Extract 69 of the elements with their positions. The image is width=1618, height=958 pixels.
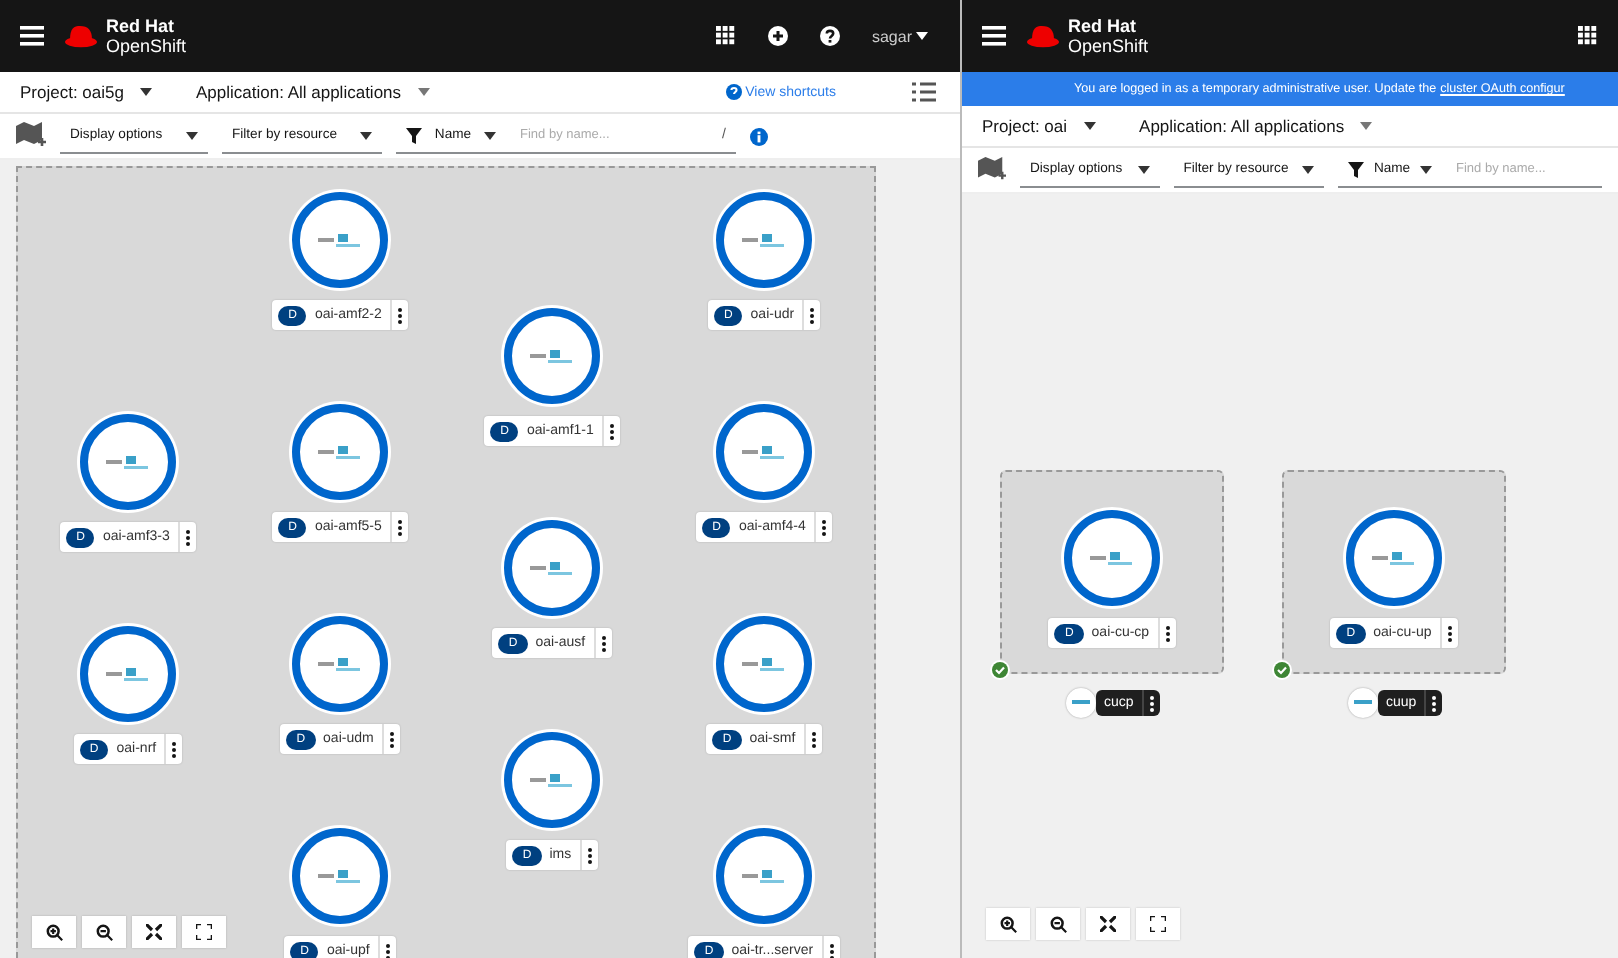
project-dropdown[interactable]: Project: oai <box>982 116 1096 136</box>
collapse-arrows-icon <box>1100 916 1116 932</box>
app-grid-icon[interactable] <box>1578 26 1598 46</box>
filter-icon <box>406 127 422 143</box>
oai-logo-icon <box>530 347 574 365</box>
brand-name: Red Hat <box>1068 16 1139 36</box>
app-grid-icon[interactable] <box>715 26 736 46</box>
brand-name: Red Hat <box>106 16 177 36</box>
caret-icon <box>360 131 372 139</box>
oai-logo-icon <box>318 867 362 885</box>
map-icon[interactable] <box>16 122 46 150</box>
expand-corners-icon <box>196 924 212 940</box>
oai-logo-icon <box>1090 549 1134 567</box>
info-icon[interactable] <box>750 127 768 145</box>
product-name: OpenShift <box>106 36 187 56</box>
oai-logo-icon <box>1066 688 1096 718</box>
zoom-in-icon <box>45 923 63 941</box>
oai-logo-icon <box>106 665 150 683</box>
caret-icon <box>1083 122 1096 130</box>
oai-logo-icon <box>318 231 362 249</box>
collapse-arrows-icon <box>146 924 162 940</box>
caret-icon <box>1420 165 1433 173</box>
caret-icon <box>417 88 430 96</box>
zoom-out-icon <box>1049 915 1067 933</box>
menu-icon[interactable] <box>982 26 1006 46</box>
application-dropdown[interactable]: Application: All applications <box>1139 116 1373 136</box>
oai-logo-icon <box>742 867 786 885</box>
zoom-out-button[interactable] <box>82 916 126 948</box>
caret-icon <box>1302 165 1315 173</box>
application-dropdown[interactable]: Application: All applications <box>195 82 430 102</box>
caret-icon <box>139 88 152 96</box>
zoom-in-icon <box>999 915 1017 933</box>
oai-logo-icon <box>742 231 786 249</box>
oai-logo-icon <box>1372 549 1416 567</box>
map-icon[interactable] <box>978 156 1006 184</box>
kebab-menu-icon[interactable] <box>1141 690 1160 716</box>
fit-to-screen-button[interactable] <box>132 916 176 948</box>
list-view-icon[interactable] <box>912 82 936 102</box>
zoom-in-button[interactable] <box>32 916 76 948</box>
help-icon[interactable] <box>819 26 840 46</box>
menu-icon[interactable] <box>20 26 44 46</box>
reset-view-button[interactable] <box>1136 908 1180 940</box>
reset-view-button[interactable] <box>182 916 226 948</box>
zoom-out-button[interactable] <box>1036 908 1080 940</box>
caret-icon <box>916 32 928 40</box>
oai-logo-icon <box>318 443 362 461</box>
oai-logo-icon <box>742 655 786 673</box>
project-dropdown[interactable]: Project: oai5g <box>20 82 152 102</box>
expand-corners-icon <box>1150 916 1166 932</box>
product-name: OpenShift <box>1068 36 1149 56</box>
zoom-out-icon <box>95 923 113 941</box>
user-menu[interactable]: sagar <box>871 27 928 45</box>
help-icon <box>725 84 742 100</box>
oai-logo-icon <box>318 655 362 673</box>
oai-logo-icon <box>530 771 574 789</box>
caret-icon <box>483 131 496 139</box>
caret-icon <box>1360 122 1373 130</box>
zoom-in-button[interactable] <box>986 908 1030 940</box>
hat-logo-icon <box>64 24 98 48</box>
add-icon[interactable] <box>767 26 788 46</box>
oai-logo-icon <box>742 443 786 461</box>
caret-icon <box>1137 165 1150 173</box>
caret-icon <box>186 131 198 139</box>
filter-icon <box>1348 161 1365 177</box>
oai-logo-icon <box>530 559 574 577</box>
fit-to-screen-button[interactable] <box>1086 908 1130 940</box>
hat-logo-icon <box>1026 24 1060 48</box>
oai-logo-icon <box>106 453 150 471</box>
oai-logo-icon <box>1348 688 1378 718</box>
